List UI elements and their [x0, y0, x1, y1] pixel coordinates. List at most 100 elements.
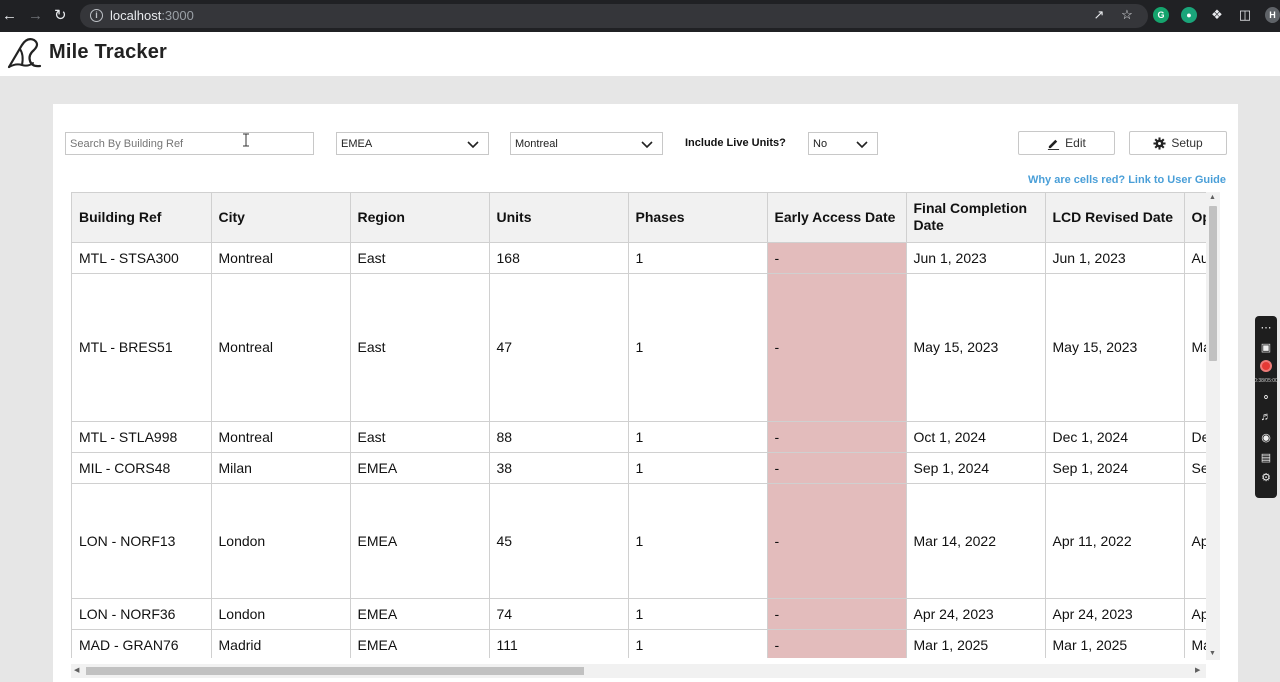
- table-cell: 88: [489, 421, 629, 453]
- mile-tracker-logo-icon: [7, 38, 42, 69]
- edit-button[interactable]: Edit: [1018, 131, 1115, 155]
- table-cell: 1: [628, 629, 768, 658]
- recording-time: 0:38/05:00: [1254, 378, 1278, 384]
- scroll-down-arrow-icon[interactable]: ▼: [1209, 650, 1216, 657]
- table-cell: Jun 1, 2023: [1045, 242, 1185, 274]
- forward-icon[interactable]: →: [28, 7, 43, 25]
- screen-recorder-toolbar: ⋯ ▣ 0:38/05:00 ⚬ ♬ ◉ ▤ ⚙: [1254, 316, 1278, 498]
- city-select-value: Montreal: [515, 138, 558, 150]
- table-cell: Sep 1, 2024: [1045, 452, 1185, 484]
- column-header[interactable]: Units: [489, 193, 629, 243]
- table-cell: 1: [628, 273, 768, 422]
- extension-icon[interactable]: ●: [1181, 7, 1197, 23]
- gear-icon: [1153, 136, 1166, 150]
- speaker-icon[interactable]: ♬: [1259, 410, 1273, 424]
- table-cell: EMEA: [350, 452, 490, 484]
- back-icon[interactable]: ←: [2, 7, 17, 25]
- chevron-down-icon: [641, 141, 653, 149]
- column-header[interactable]: City: [211, 193, 351, 243]
- table-cell: EMEA: [350, 629, 490, 658]
- scroll-right-arrow-icon[interactable]: ▶: [1195, 666, 1200, 674]
- table-cell: May 15, 2023: [906, 273, 1046, 422]
- table-cell: Apr 11, 2022: [1045, 483, 1185, 599]
- table-row[interactable]: MAD - GRAN76 Madrid EMEA 111 1 - Mar 1, …: [72, 629, 1206, 658]
- text-cursor-icon: [243, 133, 249, 147]
- table-cell: 1: [628, 598, 768, 630]
- vertical-scrollbar[interactable]: ▲ ▼: [1206, 192, 1220, 660]
- column-header[interactable]: LCD Revised Date: [1045, 193, 1185, 243]
- vertical-scroll-thumb[interactable]: [1209, 206, 1217, 361]
- table-row[interactable]: MTL - BRES51 Montreal East 47 1 - May 15…: [72, 273, 1206, 422]
- table-cell: Montreal: [211, 273, 351, 422]
- table-cell: Mar 1, 2025: [906, 629, 1046, 658]
- gear-icon[interactable]: ⚙: [1259, 470, 1273, 484]
- share-icon[interactable]: ↗: [1091, 7, 1107, 23]
- user-guide-link[interactable]: Why are cells red? Link to User Guide: [1028, 174, 1226, 186]
- chevron-down-icon: [856, 141, 868, 149]
- grammarly-extension-icon[interactable]: G: [1153, 7, 1169, 23]
- brand-name: Mile Tracker: [49, 41, 168, 63]
- extensions-puzzle-icon[interactable]: ❖: [1209, 7, 1225, 23]
- column-header[interactable]: Phases: [628, 193, 768, 243]
- include-live-units-value: No: [813, 138, 828, 150]
- horizontal-scrollbar[interactable]: ◀ ▶: [71, 664, 1206, 678]
- scroll-left-arrow-icon[interactable]: ◀: [74, 666, 79, 674]
- table-cell: Oct 1, 2024: [906, 421, 1046, 453]
- table-cell: 38: [489, 452, 629, 484]
- address-bar[interactable]: i localhost:3000: [80, 4, 1148, 28]
- table-cell-red: -: [767, 273, 907, 422]
- table-cell: Ma: [1184, 273, 1206, 422]
- setup-button[interactable]: Setup: [1129, 131, 1227, 155]
- buildings-table-container[interactable]: Building Ref City Region Units Phases Ea…: [71, 192, 1206, 658]
- site-info-icon[interactable]: i: [90, 9, 103, 22]
- table-row[interactable]: MTL - STSA300 Montreal East 168 1 - Jun …: [72, 242, 1206, 274]
- table-cell: Mar 14, 2022: [906, 483, 1046, 599]
- horizontal-scroll-thumb[interactable]: [86, 667, 584, 675]
- table-cell: Milan: [211, 452, 351, 484]
- table-row[interactable]: LON - NORF13 London EMEA 45 1 - Mar 14, …: [72, 483, 1206, 599]
- search-input[interactable]: [65, 132, 314, 155]
- table-cell: Se: [1184, 452, 1206, 484]
- include-live-units-select[interactable]: No: [808, 132, 878, 155]
- table-cell: London: [211, 598, 351, 630]
- microphone-icon[interactable]: ⚬: [1259, 390, 1273, 404]
- pencil-icon: [1048, 139, 1060, 150]
- table-cell-red: -: [767, 421, 907, 453]
- table-cell: 74: [489, 598, 629, 630]
- buildings-table: Building Ref City Region Units Phases Ea…: [72, 193, 1206, 658]
- table-row[interactable]: MTL - STLA998 Montreal East 88 1 - Oct 1…: [72, 421, 1206, 453]
- record-button[interactable]: [1260, 360, 1272, 372]
- region-select-value: EMEA: [341, 138, 373, 150]
- city-select[interactable]: Montreal: [510, 132, 663, 155]
- url-text: localhost:3000: [110, 8, 194, 23]
- table-cell: 1: [628, 483, 768, 599]
- screen-icon[interactable]: ▤: [1259, 450, 1273, 464]
- scroll-up-arrow-icon[interactable]: ▲: [1209, 194, 1216, 201]
- column-header[interactable]: Final Completion Date: [906, 193, 1046, 243]
- setup-button-label: Setup: [1171, 136, 1203, 150]
- camera-icon[interactable]: ▣: [1259, 340, 1273, 354]
- table-cell: May 15, 2023: [1045, 273, 1185, 422]
- table-cell: MTL - STLA998: [72, 421, 212, 453]
- table-row[interactable]: LON - NORF36 London EMEA 74 1 - Apr 24, …: [72, 598, 1206, 630]
- column-header[interactable]: Building Ref: [72, 193, 212, 243]
- table-header-row: Building Ref City Region Units Phases Ea…: [72, 193, 1206, 243]
- profile-avatar[interactable]: H: [1265, 7, 1280, 23]
- table-cell: De: [1184, 421, 1206, 453]
- side-panel-icon[interactable]: ◫: [1237, 7, 1253, 23]
- table-cell: Montreal: [211, 242, 351, 274]
- webcam-icon[interactable]: ◉: [1259, 430, 1273, 444]
- table-cell-red: -: [767, 483, 907, 599]
- reload-icon[interactable]: ↻: [54, 7, 67, 25]
- drag-handle-icon[interactable]: ⋯: [1259, 320, 1273, 334]
- column-header[interactable]: Region: [350, 193, 490, 243]
- column-header[interactable]: Early Access Date: [767, 193, 907, 243]
- table-cell: Ap: [1184, 598, 1206, 630]
- table-cell: 1: [628, 452, 768, 484]
- bookmark-star-icon[interactable]: ☆: [1119, 7, 1135, 23]
- table-row[interactable]: MIL - CORS48 Milan EMEA 38 1 - Sep 1, 20…: [72, 452, 1206, 484]
- table-cell: Madrid: [211, 629, 351, 658]
- region-select[interactable]: EMEA: [336, 132, 489, 155]
- column-header[interactable]: Op Co: [1184, 193, 1206, 243]
- table-cell: 1: [628, 421, 768, 453]
